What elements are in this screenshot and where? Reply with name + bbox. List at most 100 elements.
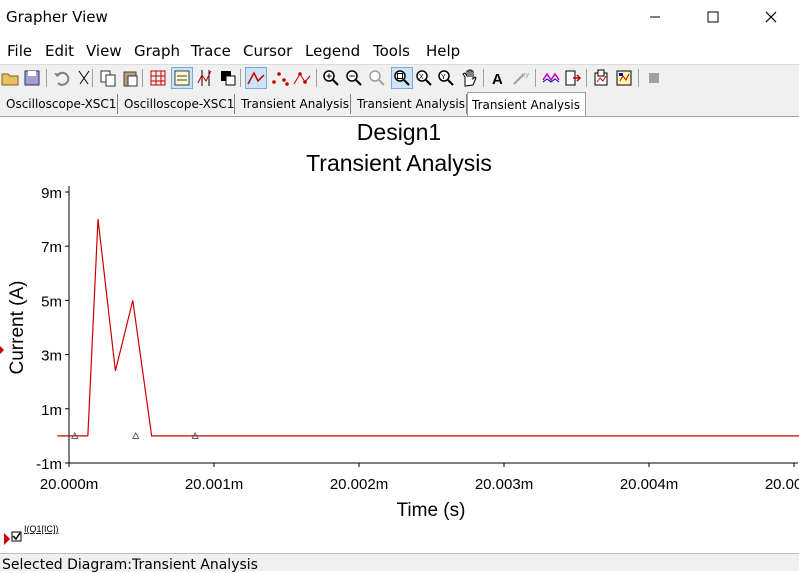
zoom-full-icon: [394, 70, 410, 86]
export-button[interactable]: [563, 68, 583, 88]
maximize-icon: [707, 11, 719, 23]
svg-text:X: X: [419, 74, 424, 81]
y-axis-label: Current (A): [7, 281, 28, 375]
text-icon: A: [492, 71, 503, 88]
tab-oscilloscope-2[interactable]: Oscilloscope-XSC1: [120, 94, 235, 114]
stop-button[interactable]: [644, 68, 664, 88]
x-tick-label: 20.004m: [620, 476, 678, 493]
x-tick-label: 20.000m: [40, 476, 98, 493]
zoom-x-button[interactable]: X: [414, 68, 434, 88]
window-title: Grapher View: [6, 8, 108, 26]
toolbar-separator: [586, 69, 587, 87]
show-lines-button[interactable]: [245, 67, 267, 89]
menu-tools[interactable]: Tools: [373, 42, 410, 60]
svg-text:Y: Y: [441, 74, 446, 81]
graph-area[interactable]: Design1 Transient Analysis -1m 1m 3m 5m 7m 9m 20…: [0, 117, 799, 553]
zoom-full-button[interactable]: [391, 67, 413, 89]
tab-bar: Oscilloscope-XSC1 Oscilloscope-XSC1 Tran…: [0, 92, 799, 117]
print-preview-icon: [616, 70, 632, 86]
close-button[interactable]: [743, 0, 799, 34]
stop-icon: [649, 73, 659, 83]
toolbar-separator: [483, 69, 484, 87]
copy-icon: [100, 70, 116, 87]
trace-properties-icon: [542, 72, 560, 83]
series-line-I(Q1[IC]): [57, 219, 799, 437]
reverse-colors-button[interactable]: [218, 68, 238, 88]
zoom-x-icon: X: [416, 70, 432, 86]
undo-button[interactable]: [52, 68, 72, 88]
probe-icon: xy: [513, 72, 530, 85]
menu-file[interactable]: File: [7, 42, 32, 60]
grid-icon: [150, 70, 166, 86]
zoom-area-button[interactable]: [367, 68, 387, 88]
x-tick-label: 20.003m: [475, 476, 533, 493]
data-point-marker: [131, 431, 140, 439]
x-tick-label: 20.002m: [330, 476, 388, 493]
cut-button[interactable]: [74, 68, 94, 88]
paste-icon: [123, 71, 138, 87]
overlay-traces-icon: [594, 69, 608, 86]
toolbar-separator: [638, 69, 639, 87]
legend-button[interactable]: [171, 67, 193, 89]
show-lines-icon: [247, 71, 265, 85]
menu-bar: File Edit View Graph Trace Cursor Legend…: [0, 38, 799, 64]
tab-transient-1[interactable]: Transient Analysis: [237, 94, 351, 114]
grid-button[interactable]: [148, 68, 168, 88]
cursors-icon: [197, 70, 212, 86]
toolbar-separator: [92, 69, 93, 87]
zoom-y-button[interactable]: Y: [436, 68, 456, 88]
pan-button[interactable]: [459, 68, 479, 88]
tab-oscilloscope-1[interactable]: Oscilloscope-XSC1: [2, 94, 118, 114]
chart-title: Design1: [357, 119, 441, 145]
svg-text:xy: xy: [522, 72, 530, 79]
x-tick-label: 20.005m: [765, 476, 799, 493]
legend-label: I(Q1[IC]): [24, 524, 59, 534]
y-tick-label: 9m: [41, 185, 62, 202]
probe-button[interactable]: xy: [511, 68, 531, 88]
zoom-in-icon: [323, 70, 339, 86]
y-tick-label: 5m: [41, 293, 62, 310]
show-markers-button[interactable]: [270, 68, 290, 88]
y-tick-label: 1m: [41, 402, 62, 419]
copy-button[interactable]: [98, 68, 118, 88]
y-tick-label: 7m: [41, 239, 62, 256]
zoom-out-icon: [346, 70, 362, 86]
axis-selection-marker: [0, 346, 4, 354]
maximize-button[interactable]: [685, 0, 741, 34]
menu-legend[interactable]: Legend: [305, 42, 360, 60]
trace-properties-button[interactable]: [541, 68, 561, 88]
zoom-area-icon: [369, 70, 385, 86]
undo-icon: [54, 71, 70, 86]
minimize-button[interactable]: [627, 0, 683, 34]
close-icon: [765, 11, 777, 23]
tab-transient-3[interactable]: Transient Analysis: [467, 92, 586, 116]
text-button[interactable]: A: [488, 68, 508, 88]
zoom-out-button[interactable]: [344, 68, 364, 88]
menu-help[interactable]: Help: [426, 42, 460, 60]
zoom-in-button[interactable]: [321, 68, 341, 88]
menu-trace[interactable]: Trace: [191, 42, 231, 60]
menu-view[interactable]: View: [86, 42, 122, 60]
lines-and-markers-icon: [293, 72, 311, 85]
cursors-button[interactable]: [196, 68, 216, 88]
open-folder-button[interactable]: [0, 68, 20, 88]
zoom-y-icon: Y: [438, 70, 454, 86]
print-preview-button[interactable]: [614, 68, 634, 88]
lines-and-markers-button[interactable]: [292, 68, 312, 88]
menu-graph[interactable]: Graph: [134, 42, 180, 60]
minimize-icon: [650, 16, 660, 18]
toolbar-separator: [535, 69, 536, 87]
overlay-traces-button[interactable]: [592, 68, 612, 88]
tab-transient-2[interactable]: Transient Analysis: [353, 94, 467, 114]
save-button[interactable]: [22, 68, 42, 88]
status-bar: Selected Diagram:Transient Analysis: [0, 553, 799, 573]
menu-edit[interactable]: Edit: [45, 42, 74, 60]
transient-analysis-chart: Design1 Transient Analysis -1m 1m 3m 5m 7m 9m 20…: [0, 119, 799, 545]
toolbar-separator: [240, 69, 241, 87]
paste-button[interactable]: [120, 68, 140, 88]
menu-cursor[interactable]: Cursor: [243, 42, 292, 60]
x-axis-label: Time (s): [397, 500, 466, 521]
show-markers-icon: [272, 72, 289, 86]
chart-subtitle: Transient Analysis: [306, 150, 492, 176]
toolbar: X Y Axy: [0, 64, 799, 94]
